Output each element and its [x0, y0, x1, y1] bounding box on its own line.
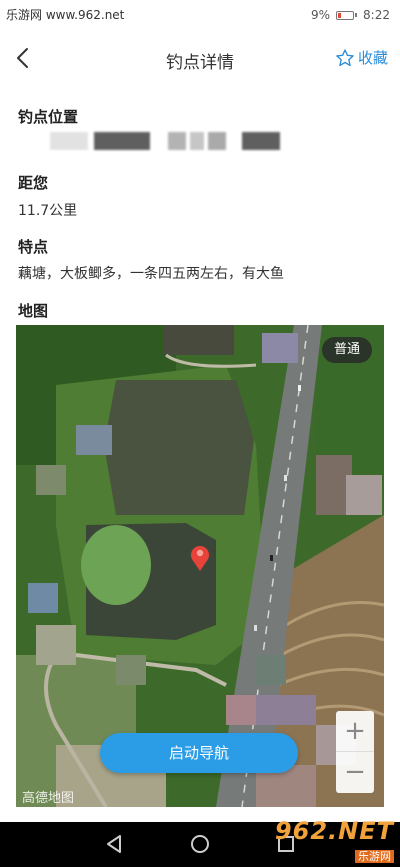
redacted-block [94, 132, 150, 150]
redacted-block [242, 132, 280, 150]
redacted-location [50, 128, 290, 154]
star-outline-icon [336, 48, 354, 66]
android-nav-bar: 962.NET 乐游网 [0, 817, 400, 867]
battery-icon [336, 10, 355, 20]
zoom-out-button[interactable]: − [336, 752, 374, 793]
favorite-button[interactable]: 收藏 [335, 47, 388, 68]
redacted-block [50, 132, 88, 150]
battery-percent: 9% [311, 8, 331, 22]
map-type-button[interactable]: 普通 [321, 337, 372, 363]
feature-label: 特点 [18, 238, 49, 256]
zoom-in-button[interactable]: + [336, 711, 374, 752]
nav-bar: 钓点详情 收藏 [0, 30, 400, 86]
favorite-label: 收藏 [357, 49, 388, 67]
status-left-text: 乐游网 www.962.net [6, 8, 125, 22]
distance-label: 距您 [18, 174, 49, 192]
watermark-small: 乐游网 [355, 850, 394, 863]
map-provider-logo: 高德地图 [22, 791, 75, 806]
map-label: 地图 [18, 302, 49, 320]
battery-tip-icon [355, 13, 358, 17]
redacted-block [190, 132, 204, 150]
triangle-back-icon[interactable] [102, 832, 126, 856]
location-label: 钓点位置 [18, 108, 79, 126]
circle-home-icon[interactable] [188, 832, 212, 856]
zoom-control: + − [336, 711, 374, 793]
site-watermark: 962.NET 乐游网 [275, 817, 394, 864]
redacted-block [208, 132, 226, 150]
map-view[interactable]: 普通 + − 启动导航 高德地图 [16, 325, 384, 807]
status-time: 8:22 [363, 8, 390, 22]
status-right: 9% 8:22 [311, 8, 390, 22]
feature-value: 藕塘，大板鲫多，一条四五两左右，有大鱼 [18, 266, 284, 282]
redacted-block [168, 132, 186, 150]
start-navigation-button[interactable]: 启动导航 [100, 733, 298, 773]
status-bar: 乐游网 www.962.net 9% 8:22 [0, 0, 400, 30]
watermark-big: 962.NET [274, 817, 394, 845]
distance-value: 11.7公里 [18, 203, 78, 219]
